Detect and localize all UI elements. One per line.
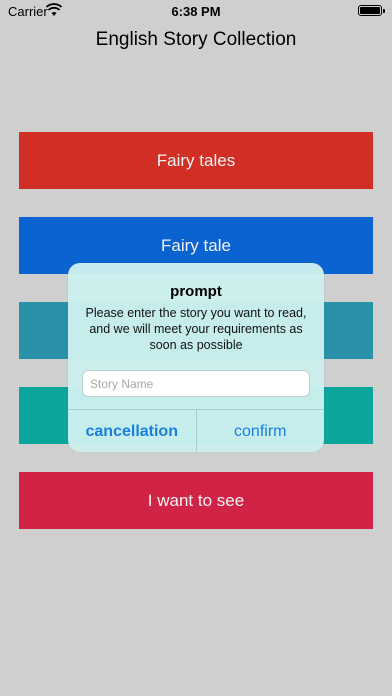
dialog-title: prompt bbox=[170, 283, 222, 300]
prompt-dialog: prompt Please enter the story you want t… bbox=[68, 263, 324, 452]
cancel-button[interactable]: cancellation bbox=[68, 410, 196, 452]
story-name-input[interactable] bbox=[82, 370, 310, 397]
dialog-message: Please enter the story you want to read,… bbox=[85, 306, 307, 352]
confirm-button[interactable]: confirm bbox=[195, 410, 325, 452]
dialog-actions: cancellation confirm bbox=[68, 409, 324, 452]
